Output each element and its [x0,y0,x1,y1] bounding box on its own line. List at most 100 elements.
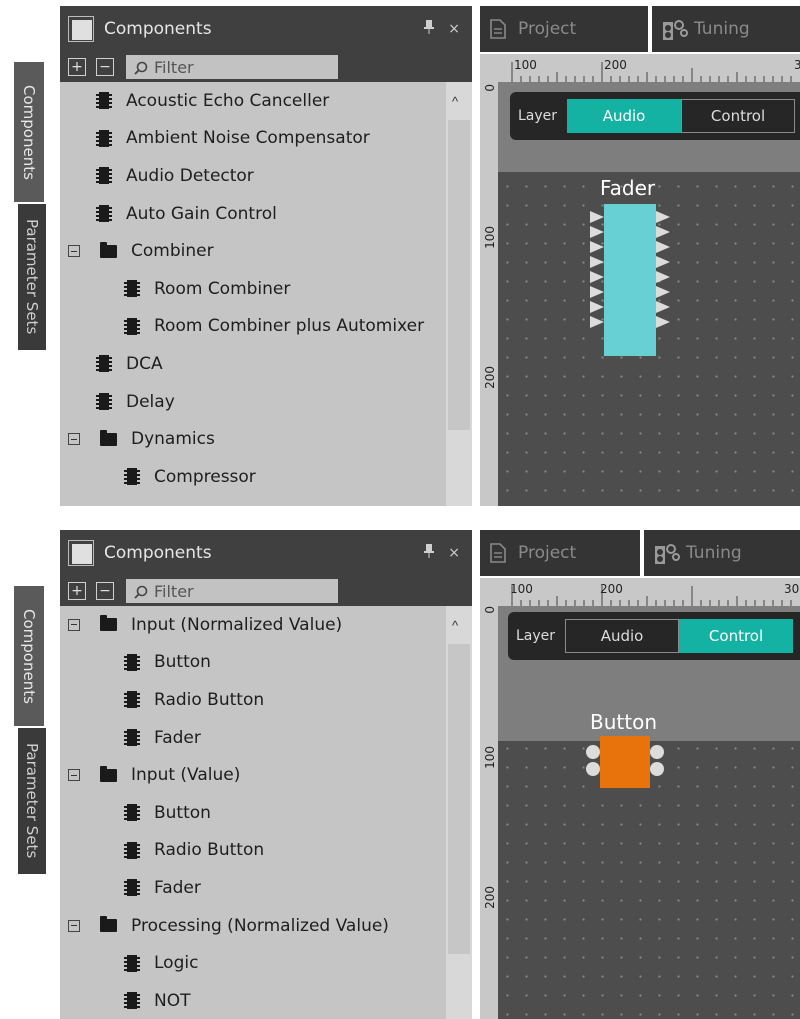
layer-audio-button[interactable]: Audio [565,619,680,653]
design-canvas[interactable]: 100 200 3 0 100 200 Layer Audio Control … [480,54,800,506]
collapse-all-button[interactable]: − [96,582,114,600]
filter-input[interactable]: Filter [126,579,338,603]
side-tab-parameter-sets[interactable]: Parameter Sets [18,728,46,874]
component-chip-icon [124,992,140,1010]
tree-folder[interactable]: Input (Value) [60,756,446,794]
tree-item[interactable]: Logic [60,944,446,982]
tree-item[interactable]: Fader [60,719,446,757]
tree-scrollbar[interactable]: ^ [446,82,472,506]
document-icon [490,543,508,563]
tree-item-label: Auto Gain Control [126,203,277,224]
tree-item[interactable]: DCA [60,345,446,383]
tree-item-label: Button [154,652,211,673]
component-chip-icon [124,317,140,335]
tree-item-label: DCA [126,353,163,374]
scroll-thumb[interactable] [448,644,470,954]
tree-item[interactable]: Ambient Noise Compensator [60,120,446,158]
tree-item[interactable]: Audio Detector [60,157,446,195]
tree-item-label: Fader [154,877,201,898]
fader-block-label: Fader [600,176,656,200]
component-chip-icon [96,393,112,411]
tree-item[interactable]: Room Combiner plus Automixer [60,308,446,346]
close-icon[interactable]: × [448,545,460,561]
fader-block[interactable] [590,202,680,362]
screenshot-control-layer: Components Parameter Sets Components × +… [0,530,800,1019]
component-chip-icon [96,167,112,185]
components-panel-header: Components × [60,6,472,52]
tree-item[interactable]: Compressor [60,458,446,496]
button-block[interactable] [584,734,664,794]
component-chip-icon [124,954,140,972]
components-panel: Components × + − Filter Input (Normalize… [60,530,472,1019]
tree-item[interactable]: NOT [60,982,446,1019]
tree-folder[interactable]: Dynamics [60,420,446,458]
tree-item[interactable]: Fader [60,869,446,907]
ruler-left: 0 100 200 [480,578,498,1019]
components-panel-header: Components × [60,530,472,576]
tree-item[interactable]: Button [60,794,446,832]
ruler-left-label: 200 [483,886,497,909]
tree-folder[interactable]: Processing (Normalized Value) [60,907,446,945]
tab-tuning-label: Tuning [686,543,742,563]
tree-item[interactable]: Auto Gain Control [60,195,446,233]
layer-control-button[interactable]: Control [681,99,796,133]
folder-icon [100,615,117,632]
ruler-left-label: 100 [483,746,497,769]
folder-icon [100,429,117,446]
collapse-icon[interactable] [68,245,80,258]
collapse-icon[interactable] [68,433,80,446]
expand-all-button[interactable]: + [68,582,86,600]
collapse-all-button[interactable]: − [96,58,114,76]
panel-title: Components [104,543,212,563]
design-canvas[interactable]: 100 200 30 0 100 200 Layer Audio Control… [480,578,800,1019]
tree-item[interactable]: Acoustic Echo Canceller [60,82,446,120]
tree-item-label: Radio Button [154,689,265,710]
layer-audio-button[interactable]: Audio [567,99,682,133]
close-icon[interactable]: × [448,21,460,37]
tree-folder[interactable]: Combiner [60,232,446,270]
tree-item[interactable]: Button [60,644,446,682]
tree-item[interactable]: Delay [60,383,446,421]
tree-item-label: Processing (Normalized Value) [131,915,389,936]
ruler-top: 100 200 3 [480,54,800,82]
filter-input[interactable]: Filter [126,55,338,79]
collapse-icon[interactable] [68,769,80,782]
ruler-left: 0 100 200 [480,54,498,506]
scroll-up-icon[interactable]: ^ [452,94,458,109]
tree-scrollbar[interactable]: ^ [446,606,472,1019]
side-tab-components[interactable]: Components [14,62,44,202]
scroll-thumb[interactable] [448,120,470,430]
side-tab-strip: Components Parameter Sets [0,6,60,506]
collapse-icon[interactable] [68,618,80,631]
layer-control-button[interactable]: Control [679,619,794,653]
ruler-left-label: 0 [483,606,497,614]
component-chip-icon [124,729,140,747]
panel-title: Components [104,19,212,39]
ruler-top-ticks [511,62,792,82]
tree-item[interactable]: Radio Button [60,681,446,719]
component-chip-icon [96,92,112,110]
tab-tuning[interactable]: Tuning [652,6,800,52]
components-grid-icon [68,540,94,566]
tree-folder[interactable]: Input (Normalized Value) [60,606,446,644]
scroll-up-icon[interactable]: ^ [452,618,458,633]
component-chip-icon [124,280,140,298]
expand-all-button[interactable]: + [68,58,86,76]
tree-item-label: Fader [154,727,201,748]
ruler-top-ticks [511,586,792,606]
pin-icon[interactable] [424,544,435,562]
layer-label: Layer [516,628,556,644]
components-grid-icon [68,16,94,42]
pin-icon[interactable] [424,20,435,38]
tree-item[interactable]: Radio Button [60,832,446,870]
tab-project[interactable]: Project [480,6,648,52]
tab-project[interactable]: Project [480,530,640,576]
ruler-top-label: 100 [510,582,533,596]
tree-item[interactable]: Room Combiner [60,270,446,308]
side-tab-parameter-sets[interactable]: Parameter Sets [18,204,46,350]
collapse-icon[interactable] [68,919,80,932]
components-panel: Components × + − Filter Acoustic Echo Ca… [60,6,472,506]
tab-tuning[interactable]: Tuning [644,530,800,576]
side-tab-components[interactable]: Components [14,586,44,726]
components-toolbar: + − Filter [60,52,472,82]
